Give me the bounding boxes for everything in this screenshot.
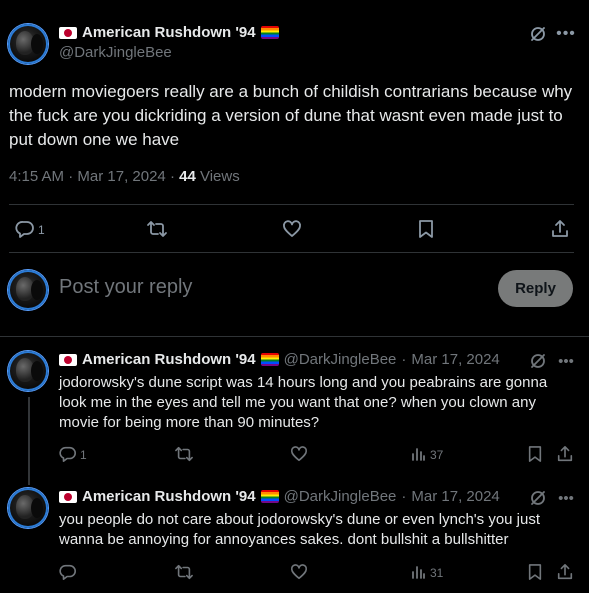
handle[interactable]: @DarkJingleBee <box>284 351 397 368</box>
reply-text: you people do not care about jodorowsky'… <box>59 511 541 548</box>
display-name[interactable]: American Rushdown '94 <box>82 24 256 41</box>
author-name-row: American Rushdown '94 <box>59 24 279 41</box>
analytics-icon[interactable] <box>408 444 428 464</box>
avatar[interactable] <box>8 24 48 64</box>
reply-date[interactable]: Mar 17, 2024 <box>411 351 499 368</box>
reply-count: 1 <box>80 448 87 462</box>
reply-input[interactable]: Post your reply <box>59 276 192 299</box>
tweet-meta: 4:15 AM · Mar 17, 2024 · 44 Views <box>9 168 240 185</box>
retweet-icon[interactable] <box>173 562 195 582</box>
tweet-date[interactable]: Mar 17, 2024 <box>77 168 165 185</box>
reply-header: American Rushdown '94 @DarkJingleBee · M… <box>59 351 500 368</box>
avatar[interactable] <box>8 488 48 528</box>
like-icon[interactable] <box>281 218 303 240</box>
views-count: 37 <box>430 448 444 462</box>
meta-separator: · <box>169 168 175 185</box>
pride-flag-icon <box>260 353 279 366</box>
reply-button[interactable]: Reply <box>498 270 573 307</box>
display-name[interactable]: American Rushdown '94 <box>82 351 256 368</box>
retweet-icon[interactable] <box>173 444 195 464</box>
pride-flag-icon <box>260 26 279 39</box>
reply-icon[interactable] <box>58 562 78 582</box>
more-icon[interactable]: ••• <box>556 488 576 508</box>
views-label: Views <box>199 168 240 185</box>
reply-icon[interactable] <box>58 444 78 464</box>
grok-icon[interactable] <box>528 351 548 371</box>
like-icon[interactable] <box>289 444 309 464</box>
reply-date[interactable]: Mar 17, 2024 <box>411 488 499 505</box>
japan-flag-icon <box>59 490 77 503</box>
japan-flag-icon <box>59 26 77 39</box>
thread-line <box>28 397 30 485</box>
handle[interactable]: @DarkJingleBee <box>59 44 172 61</box>
avatar[interactable] <box>8 351 48 391</box>
grok-icon[interactable] <box>528 488 548 508</box>
tweet-text: modern moviegoers really are a bunch of … <box>9 82 573 149</box>
bookmark-icon[interactable] <box>525 562 545 582</box>
analytics-icon[interactable] <box>408 562 428 582</box>
more-icon[interactable]: ••• <box>556 351 576 371</box>
japan-flag-icon <box>59 353 77 366</box>
divider <box>9 204 574 205</box>
divider <box>9 252 574 253</box>
meta-separator: · <box>401 488 407 505</box>
pride-flag-icon <box>260 490 279 503</box>
reply-count: 1 <box>38 223 45 237</box>
reply-header: American Rushdown '94 @DarkJingleBee · M… <box>59 488 500 505</box>
more-icon[interactable]: ••• <box>556 24 576 44</box>
reply-text: jodorowsky's dune script was 14 hours lo… <box>59 374 548 431</box>
grok-icon[interactable] <box>528 24 548 44</box>
reply-icon[interactable] <box>14 218 36 240</box>
views-count: 44 <box>179 168 196 185</box>
views-count: 31 <box>430 566 444 580</box>
bookmark-icon[interactable] <box>525 444 545 464</box>
retweet-icon[interactable] <box>146 218 168 240</box>
composer-avatar <box>8 270 48 310</box>
share-icon[interactable] <box>549 218 571 240</box>
like-icon[interactable] <box>289 562 309 582</box>
meta-separator: · <box>401 351 407 368</box>
meta-separator: · <box>68 168 74 185</box>
divider <box>0 336 589 337</box>
display-name[interactable]: American Rushdown '94 <box>82 488 256 505</box>
tweet-time[interactable]: 4:15 AM <box>9 168 64 185</box>
handle[interactable]: @DarkJingleBee <box>284 488 397 505</box>
bookmark-icon[interactable] <box>415 218 437 240</box>
share-icon[interactable] <box>555 444 575 464</box>
share-icon[interactable] <box>555 562 575 582</box>
